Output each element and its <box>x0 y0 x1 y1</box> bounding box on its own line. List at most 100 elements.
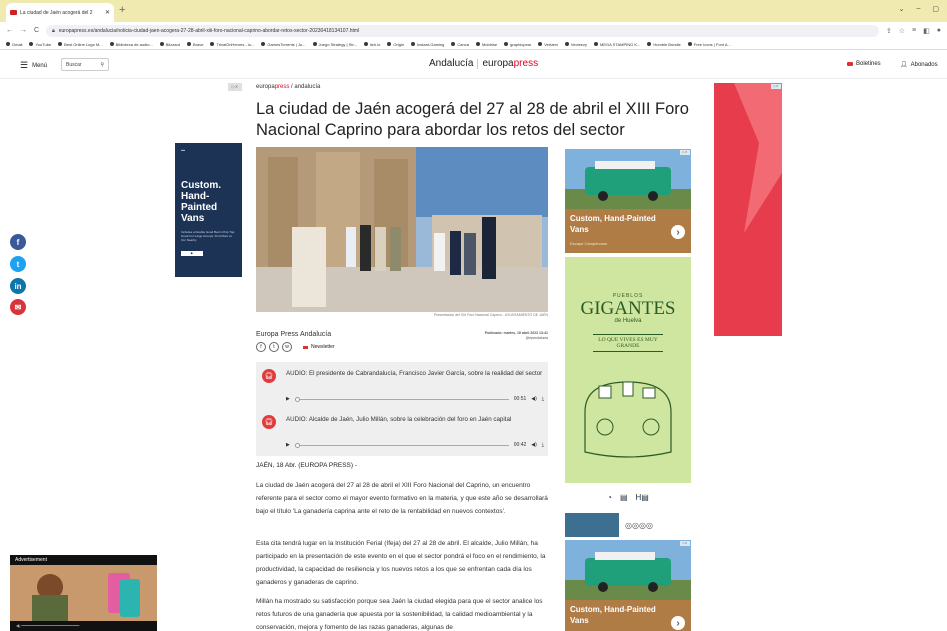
download-icon[interactable]: ⤓ <box>542 442 544 448</box>
logo-brand: europapress <box>482 58 538 69</box>
audio-progress-bar[interactable] <box>294 442 509 448</box>
profile-icon[interactable]: ● <box>937 27 941 35</box>
search-label: Buscar <box>66 61 82 68</box>
ad-choices-icon[interactable]: ▷✕ <box>680 541 690 546</box>
bookmark-item[interactable]: Mobirise <box>476 42 497 47</box>
bookmark-item[interactable]: Vertami <box>538 42 558 47</box>
left-van-ad-cta[interactable]: ▶ <box>181 251 203 256</box>
van-ad-image <box>565 540 691 600</box>
audio-item: 🎧︎ AUDIO: Alcalde de Jaén, Julio Millán,… <box>262 412 544 456</box>
bookmark-item[interactable]: YouTube <box>29 42 51 47</box>
van-ad-image <box>565 149 691 209</box>
play-icon[interactable]: ▶ <box>286 396 290 402</box>
sponsor-logos: ◔ ▤ H▤ <box>565 487 691 507</box>
bookmark-item[interactable]: Canva <box>451 42 469 47</box>
bookmark-item[interactable]: Juego Strategy | Str... <box>313 42 357 47</box>
bookmark-item[interactable]: Instant-Gaming <box>411 42 444 47</box>
bookmark-item[interactable]: Blizzard <box>160 42 180 47</box>
audio-progress-bar[interactable] <box>294 396 509 402</box>
photo-caption: Presentación del XIII Foro Nacional Capr… <box>433 313 548 317</box>
audio-time: 00:51 <box>513 396 527 402</box>
sponsor-logo-icon: H▤ <box>635 492 649 502</box>
url-text: europapress.es/andalucia/noticia-ciudad-… <box>58 27 360 34</box>
email-share-icon[interactable]: ✉ <box>10 299 26 315</box>
van-ad-sub: Escape Campervans <box>570 241 608 246</box>
volume-icon[interactable]: ◀) <box>531 396 537 402</box>
tab-list-icon[interactable]: ⌄ <box>899 5 905 13</box>
abonados-link[interactable]: 👤︎ Abonados <box>900 61 938 69</box>
audio-scrubber[interactable] <box>294 442 300 448</box>
twitter-share-icon[interactable]: t <box>10 256 26 272</box>
pueblos-illustration <box>584 381 672 458</box>
facebook-icon[interactable]: f <box>256 342 266 352</box>
hamburger-icon: ☰ <box>20 60 29 70</box>
play-icon[interactable]: ▶ <box>286 442 290 448</box>
video-advertisement[interactable]: Advertisement ◀) ━━━━━━━━━━━━━━━━━━━━━━━… <box>10 555 157 631</box>
facebook-share-icon[interactable]: f <box>10 234 26 250</box>
download-icon[interactable]: ⤓ <box>542 396 544 402</box>
share-icon[interactable]: ⇪ <box>886 27 892 35</box>
ad-choices-icon[interactable]: ▷✕ <box>680 150 690 155</box>
ad-choices-icon[interactable]: ▷✕ <box>228 83 242 91</box>
newsletter-link[interactable]: Newsletter <box>303 344 335 350</box>
advertisement-label: Advertisement <box>10 555 157 565</box>
url-field[interactable]: 🔒︎ europapress.es/andalucia/noticia-ciud… <box>46 24 879 37</box>
whatsapp-icon[interactable]: w <box>282 342 292 352</box>
tab-close-icon[interactable]: ✕ <box>105 9 110 16</box>
publish-handle[interactable]: @epandalucia <box>468 336 548 341</box>
bookmark-item[interactable]: Humble Bundle <box>647 42 680 47</box>
chevron-right-icon[interactable]: › <box>671 225 685 239</box>
search-button[interactable]: Buscar ⚲ <box>61 58 109 71</box>
bookmark-item[interactable]: GamesTorrents | Ju... <box>261 42 305 47</box>
ad-choices-icon[interactable]: ▷✕ <box>771 84 781 89</box>
volume-icon[interactable]: ◀) <box>531 442 537 448</box>
bookmark-item[interactable]: Free Icons | Font A... <box>688 42 731 47</box>
bookmark-item[interactable]: graphicpear <box>504 42 531 47</box>
browser-tab-strip <box>0 0 947 22</box>
van-ad[interactable]: ▷✕ Custom, Hand-Painted Vans › <box>565 540 691 631</box>
mail-icon <box>847 62 853 66</box>
linkedin-share-icon[interactable]: in <box>10 278 26 294</box>
menu-button[interactable]: ☰ Menú <box>20 60 47 71</box>
bookmark-item[interactable]: Biblioteca de audio... <box>110 42 153 47</box>
headphones-icon: 🎧︎ <box>262 415 276 429</box>
pueblos-gigantes-ad[interactable]: PUEBLOS GIGANTES de Huelva LO QUE VIVES … <box>565 257 691 483</box>
browser-tab[interactable]: La ciudad de Jaén acogerá del 2 ✕ <box>6 3 114 22</box>
article-photo[interactable] <box>256 147 548 312</box>
bookmark-item[interactable]: Origin <box>387 42 404 47</box>
bookmark-item[interactable]: itch.io <box>364 42 380 47</box>
audio-scrubber[interactable] <box>294 396 300 402</box>
extensions-icon[interactable]: ≡ <box>912 27 916 35</box>
left-van-ad-body: Includes a Double Good Bed in Pop Top. G… <box>181 230 236 242</box>
boletines-link[interactable]: Boletines <box>847 61 881 67</box>
breadcrumb: europapress / andalucía <box>256 84 321 90</box>
bookmark-star-icon[interactable]: ☆ <box>899 27 905 35</box>
maximize-icon[interactable]: ▢ <box>932 5 939 13</box>
bookmark-item[interactable]: MEGA STAMPING K... <box>594 42 640 47</box>
twitter-icon[interactable]: t <box>269 342 279 352</box>
van-ad-title: Custom, Hand-Painted Vans <box>570 605 656 625</box>
bookmark-item[interactable]: Brave <box>187 42 203 47</box>
audio-item: 🎧︎ AUDIO: El presidente de Cabrandalucía… <box>262 366 544 410</box>
back-icon[interactable]: ← <box>6 27 13 34</box>
sidebar-icon[interactable]: ◧ <box>923 27 930 35</box>
bookmark-item[interactable]: Best Online Logo M... <box>58 42 102 47</box>
bookmark-item[interactable]: Vecteezy <box>565 42 587 47</box>
video-player-controls[interactable]: ◀) ━━━━━━━━━━━━━━━━━━━━━━━━ <box>10 621 157 631</box>
red-banner-ad[interactable]: ▷✕ <box>714 83 782 336</box>
article-author[interactable]: Europa Press Andalucía <box>256 331 331 338</box>
bookmark-item[interactable]: Gmail <box>6 42 22 47</box>
van-ad[interactable]: ▷✕ Custom, Hand-Painted Vans Escape Camp… <box>565 149 691 253</box>
audio-player: ▶ 00:42 ◀) ⤓ <box>286 442 544 448</box>
site-logo[interactable]: Andalucía europapress <box>429 58 538 69</box>
forward-icon[interactable]: → <box>20 27 27 34</box>
left-van-ad[interactable]: ▬ Custom. Hand- Painted Vans Includes a … <box>175 143 242 277</box>
breadcrumb-brand-a: europa <box>256 84 275 90</box>
breadcrumb-brand[interactable]: europapress <box>256 84 289 90</box>
minimize-icon[interactable]: – <box>916 5 920 13</box>
reload-icon[interactable]: C <box>34 27 39 34</box>
breadcrumb-section[interactable]: andalucía <box>294 84 320 90</box>
chevron-right-icon[interactable]: › <box>671 616 685 630</box>
bookmark-item[interactable]: TrivalOnHeroes - iu... <box>210 42 254 47</box>
new-tab-button[interactable]: + <box>119 5 125 16</box>
